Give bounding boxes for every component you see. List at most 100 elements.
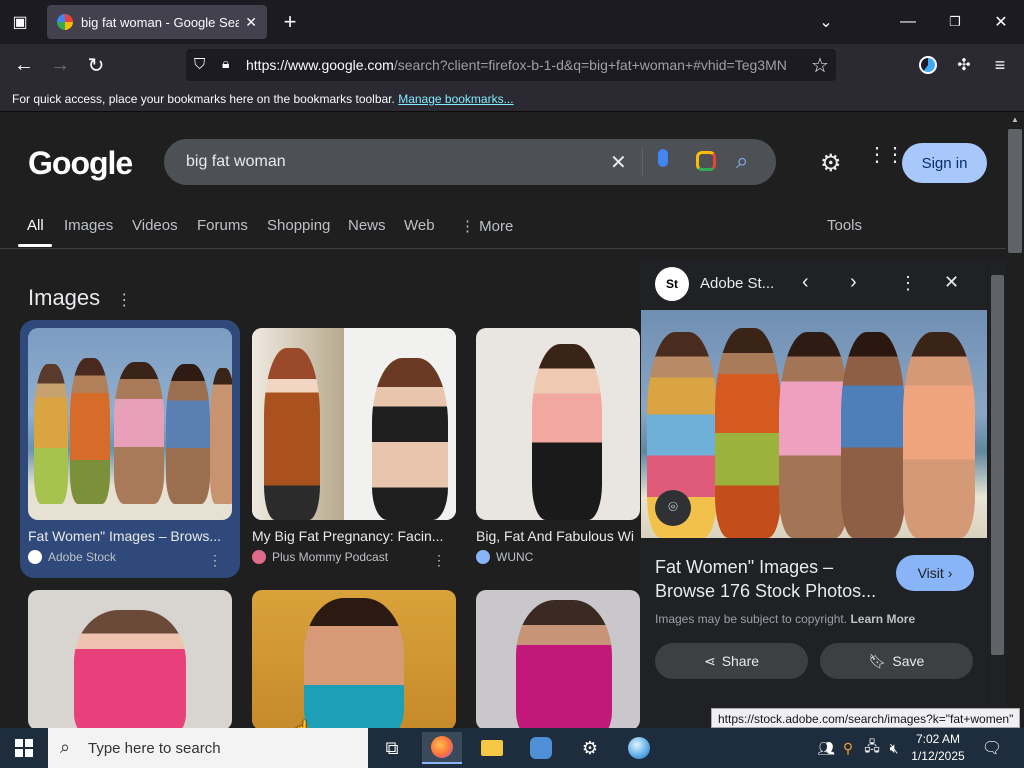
close-tab-icon[interactable]: ✕ [245, 14, 257, 31]
clock-time: 7:02 AM [915, 732, 961, 746]
menu-hamburger-icon[interactable]: ≡ [984, 49, 1016, 81]
preview-image[interactable]: ⌾ [641, 310, 987, 538]
file-explorer-icon[interactable] [472, 732, 512, 764]
scroll-up-arrow-icon[interactable]: ▲ [1011, 115, 1019, 124]
chevron-down-icon[interactable]: ⌄ [810, 6, 842, 38]
tab-videos[interactable]: Videos [132, 217, 178, 234]
bookmark-icon: 🔖︎ [868, 652, 887, 669]
clear-icon[interactable]: ✕ [610, 150, 627, 175]
result-2-more-icon[interactable]: ⋮ [432, 552, 446, 569]
copyright-text: Images may be subject to copyright. [655, 612, 848, 626]
tab-list-icon[interactable]: ▣ [4, 6, 36, 38]
previous-chevron-icon[interactable]: ‹ [802, 271, 809, 294]
sign-in-button[interactable]: Sign in [902, 143, 987, 183]
account-icon[interactable] [912, 49, 944, 81]
result-2-source[interactable]: Plus Mommy Podcast [252, 550, 456, 564]
podcast-icon [252, 550, 266, 564]
browser-nav-bar: ← → ↻ ⛉ 🔒︎ https://www.google.com/search… [0, 44, 1024, 86]
image-result-3[interactable]: Big, Fat And Fabulous Wi WUNC [476, 328, 640, 564]
panel-close-icon[interactable]: ✕ [944, 272, 959, 293]
images-more-icon[interactable]: ⋮ [116, 292, 132, 309]
browser-tab[interactable]: big fat woman - Google Search ✕ [47, 5, 267, 39]
share-label: Share [721, 653, 760, 669]
maximize-button[interactable]: ❐ [939, 6, 971, 38]
image-result-4[interactable] [28, 590, 232, 728]
firefox-taskbar-icon[interactable] [422, 732, 462, 764]
adobe-stock-logo-icon[interactable]: St [655, 267, 689, 301]
globe-app-icon[interactable] [619, 732, 659, 764]
search-box[interactable]: big fat woman ✕ ⌕ [164, 139, 776, 185]
taskbar-search[interactable]: ⌕ Type here to search [48, 728, 368, 768]
new-tab-button[interactable]: + [274, 6, 306, 38]
images-heading: Images ⋮ [28, 285, 132, 311]
result-3-thumbnail[interactable] [476, 328, 640, 520]
result-1-source[interactable]: Adobe Stock [28, 550, 232, 564]
copyright-notice: Images may be subject to copyright. Lear… [655, 612, 915, 626]
visit-button[interactable]: Visit › [896, 555, 974, 591]
lens-search-icon[interactable]: ⌾ [655, 490, 691, 526]
lock-icon[interactable]: 🔒︎ [222, 55, 229, 72]
tab-shopping[interactable]: Shopping [267, 217, 330, 234]
google-logo[interactable]: Google [28, 145, 133, 182]
windows-logo-icon [15, 739, 33, 757]
tab-web[interactable]: Web [404, 217, 435, 234]
result-3-source[interactable]: WUNC [476, 550, 640, 564]
panel-scrollbar[interactable] [989, 259, 1006, 728]
tab-forums[interactable]: Forums [197, 217, 248, 234]
page-scrollbar-thumb[interactable] [1008, 129, 1022, 253]
panel-scrollbar-thumb[interactable] [991, 275, 1004, 655]
settings-taskbar-icon[interactable]: ⚙ [570, 732, 610, 764]
page-scrollbar[interactable]: ▲ [1006, 113, 1024, 728]
tab-title: big fat woman - Google Search [81, 14, 240, 30]
back-arrow-icon[interactable]: ← [8, 49, 40, 81]
learn-more-link[interactable]: Learn More [850, 612, 915, 626]
next-chevron-icon[interactable]: › [850, 271, 857, 294]
image-result-5[interactable] [252, 590, 456, 728]
tab-more[interactable]: ⋮ More [460, 217, 513, 235]
url-bar[interactable]: ⛉ 🔒︎ https://www.google.com/search?clien… [186, 49, 836, 81]
manage-bookmarks-link[interactable]: Manage bookmarks... [398, 92, 513, 106]
google-lens-icon[interactable] [696, 151, 716, 171]
panel-more-icon[interactable]: ⋮ [899, 273, 917, 294]
bookmark-star-icon[interactable]: ☆ [804, 49, 836, 81]
image-result-1[interactable]: Fat Women" Images – Brows... Adobe Stock… [28, 328, 232, 568]
tab-all[interactable]: All [27, 217, 44, 234]
result-1-caption[interactable]: Fat Women" Images – Brows... [28, 528, 232, 544]
system-clock[interactable]: 7:02 AM 1/12/2025 [908, 731, 968, 765]
people-app-icon[interactable] [521, 732, 561, 764]
result-2-thumbnail[interactable] [252, 328, 456, 520]
result-3-caption[interactable]: Big, Fat And Fabulous Wi [476, 528, 640, 544]
minimize-button[interactable]: — [892, 6, 924, 38]
visit-chevron-icon: › [947, 565, 953, 581]
tools-button[interactable]: Tools [827, 217, 862, 234]
result-1-thumbnail[interactable] [28, 328, 232, 520]
tab-images[interactable]: Images [64, 217, 113, 234]
result-1-more-icon[interactable]: ⋮ [208, 552, 222, 569]
notifications-icon[interactable]: 🗨︎ [972, 732, 1012, 764]
settings-gear-icon[interactable]: ⚙ [820, 149, 842, 178]
save-button[interactable]: 🔖︎ Save [820, 643, 973, 679]
shield-icon[interactable]: ⛉ [194, 56, 205, 73]
forward-arrow-icon[interactable]: → [44, 49, 76, 81]
image-result-6[interactable] [476, 590, 640, 728]
tab-news[interactable]: News [348, 217, 386, 234]
search-divider [642, 147, 643, 177]
panel-header: St Adobe St... ‹ › ⋮ ✕ [641, 259, 987, 309]
active-tab-indicator [18, 244, 52, 247]
start-button[interactable] [0, 728, 48, 768]
image-result-2[interactable]: My Big Fat Pregnancy: Facin... Plus Momm… [252, 328, 456, 568]
more-kebab-icon: ⋮ [460, 218, 480, 235]
panel-source-name[interactable]: Adobe St... [700, 275, 774, 292]
url-host: https://www.google.com [246, 57, 394, 73]
extensions-icon[interactable]: ✣ [948, 49, 980, 81]
close-window-button[interactable]: ✕ [985, 6, 1017, 38]
task-view-icon[interactable]: ⧉ [372, 732, 412, 764]
search-icon[interactable]: ⌕ [736, 148, 748, 174]
result-2-caption[interactable]: My Big Fat Pregnancy: Facin... [252, 528, 456, 544]
microphone-icon[interactable] [658, 149, 668, 167]
preview-title[interactable]: Fat Women" Images – Browse 176 Stock Pho… [655, 555, 885, 603]
search-input[interactable]: big fat woman [186, 153, 286, 171]
wunc-icon [476, 550, 490, 564]
reload-icon[interactable]: ↻ [80, 49, 112, 81]
share-button[interactable]: ⋖ Share [655, 643, 808, 679]
